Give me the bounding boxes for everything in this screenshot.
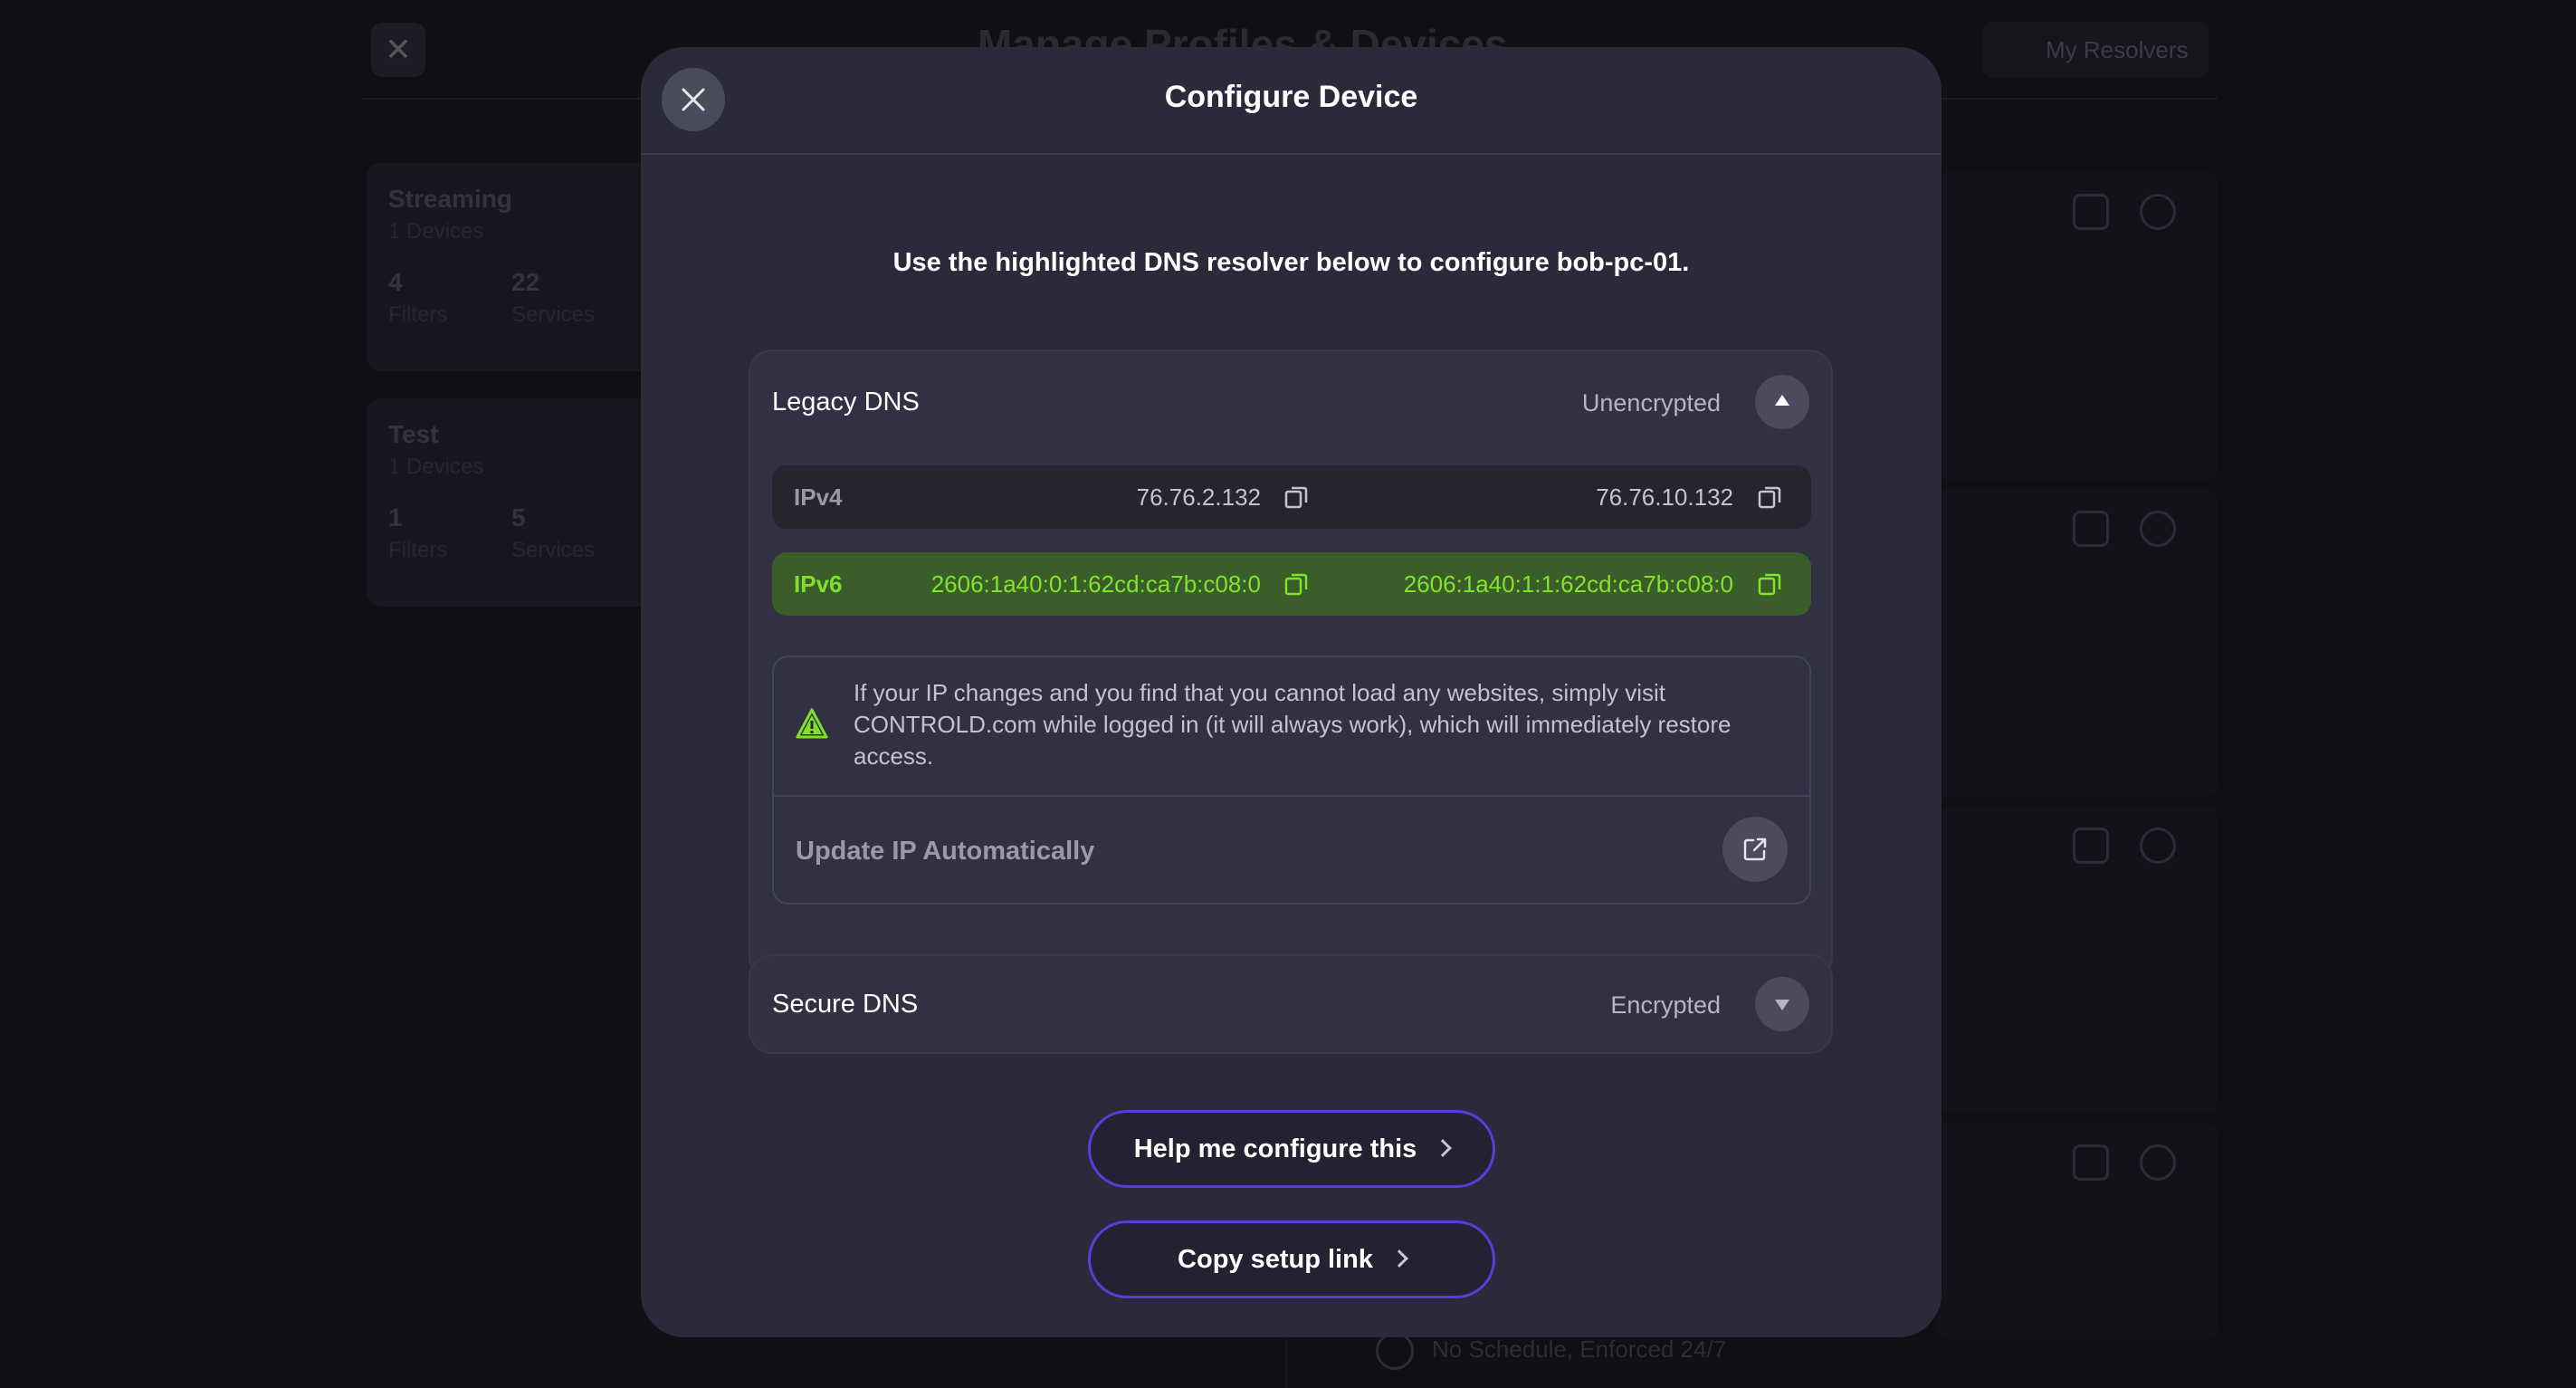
modal-header: Configure Device bbox=[641, 47, 1942, 155]
chevron-right-icon bbox=[1390, 1249, 1408, 1268]
warning-icon bbox=[796, 708, 828, 739]
analytics-icon bbox=[2073, 828, 2109, 864]
instruction-text: Use the highlighted DNS resolver below t… bbox=[892, 248, 1690, 277]
copy-icon[interactable] bbox=[1283, 571, 1309, 597]
background-my-resolvers-button: My Resolvers bbox=[1982, 22, 2209, 78]
ipv4-primary-address: 76.76.2.132 bbox=[1136, 483, 1261, 511]
notice-text: If your IP changes and you find that you… bbox=[854, 679, 1732, 770]
secure-dns-title[interactable]: Secure DNS bbox=[772, 990, 918, 1019]
chevron-up-icon bbox=[1775, 395, 1789, 406]
ip-change-notice: If your IP changes and you find that you… bbox=[772, 656, 1811, 905]
ipv6-primary-address: 2606:1a40:0:1:62cd:ca7b:c08:0 bbox=[930, 570, 1261, 598]
ipv6-label: IPv6 bbox=[794, 570, 843, 598]
legacy-dns-toggle-button[interactable] bbox=[1755, 375, 1809, 429]
external-link-icon bbox=[1743, 838, 1767, 861]
ipv6-row: IPv6 2606:1a40:0:1:62cd:ca7b:c08:0 2606:… bbox=[772, 552, 1811, 616]
legacy-dns-status: Unencrypted bbox=[1581, 389, 1721, 416]
chevron-right-icon bbox=[1434, 1139, 1453, 1157]
ipv4-label: IPv4 bbox=[794, 483, 843, 511]
analytics-icon bbox=[2073, 511, 2109, 547]
profile-devices: 1 Devices bbox=[388, 219, 484, 244]
configure-device-modal: Configure Device Use the highlighted DNS… bbox=[641, 47, 1942, 1337]
profile-name: Test bbox=[388, 420, 439, 448]
chevron-down-icon bbox=[1775, 1000, 1789, 1010]
analytics-icon bbox=[2073, 1144, 2109, 1181]
profile-services: 5 Services bbox=[511, 503, 596, 562]
help-configure-button[interactable]: Help me configure this bbox=[1088, 1110, 1495, 1188]
copy-icon[interactable] bbox=[1757, 484, 1782, 510]
more-icon bbox=[2140, 194, 2176, 230]
profile-name: Streaming bbox=[388, 185, 512, 213]
more-icon bbox=[2140, 1144, 2176, 1181]
analytics-icon bbox=[2073, 194, 2109, 230]
ipv6-secondary-address: 2606:1a40:1:1:62cd:ca7b:c08:0 bbox=[1403, 570, 1733, 598]
copy-icon[interactable] bbox=[1283, 484, 1309, 510]
background-profile-card: Test 1 Devices 1 Filters 5 Services bbox=[367, 398, 656, 607]
copy-icon[interactable] bbox=[1757, 571, 1782, 597]
background-profile-card: Streaming 1 Devices 4 Filters 22 Services bbox=[367, 163, 656, 371]
help-configure-label: Help me configure this bbox=[1133, 1134, 1417, 1163]
modal-title: Configure Device bbox=[1164, 80, 1418, 114]
profile-services: 22 Services bbox=[511, 268, 596, 327]
profile-filters: 4 Filters bbox=[388, 268, 448, 327]
secure-dns-panel[interactable]: Secure DNS Encrypted bbox=[749, 954, 1833, 1054]
notice-divider bbox=[774, 795, 1809, 797]
update-ip-button[interactable] bbox=[1722, 817, 1788, 882]
background-schedule: No Schedule, Enforced 24/7 bbox=[1376, 1332, 1726, 1370]
secure-dns-toggle-button[interactable] bbox=[1755, 977, 1809, 1031]
more-icon bbox=[2140, 511, 2176, 547]
legacy-dns-panel: Legacy DNS Unencrypted IPv4 76.76.2.132 … bbox=[749, 349, 1833, 981]
ipv4-row: IPv4 76.76.2.132 76.76.10.132 bbox=[772, 465, 1811, 529]
update-ip-label: Update IP Automatically bbox=[796, 837, 1095, 866]
more-icon bbox=[2140, 828, 2176, 864]
ipv4-secondary-address: 76.76.10.132 bbox=[1596, 483, 1733, 511]
secure-dns-status: Encrypted bbox=[1610, 991, 1721, 1019]
background-close-icon: ✕ bbox=[371, 23, 425, 77]
profile-devices: 1 Devices bbox=[388, 455, 484, 479]
copy-setup-link-button[interactable]: Copy setup link bbox=[1088, 1220, 1495, 1298]
legacy-dns-title[interactable]: Legacy DNS bbox=[772, 388, 920, 417]
copy-setup-link-label: Copy setup link bbox=[1178, 1245, 1373, 1274]
profile-filters: 1 Filters bbox=[388, 503, 448, 562]
